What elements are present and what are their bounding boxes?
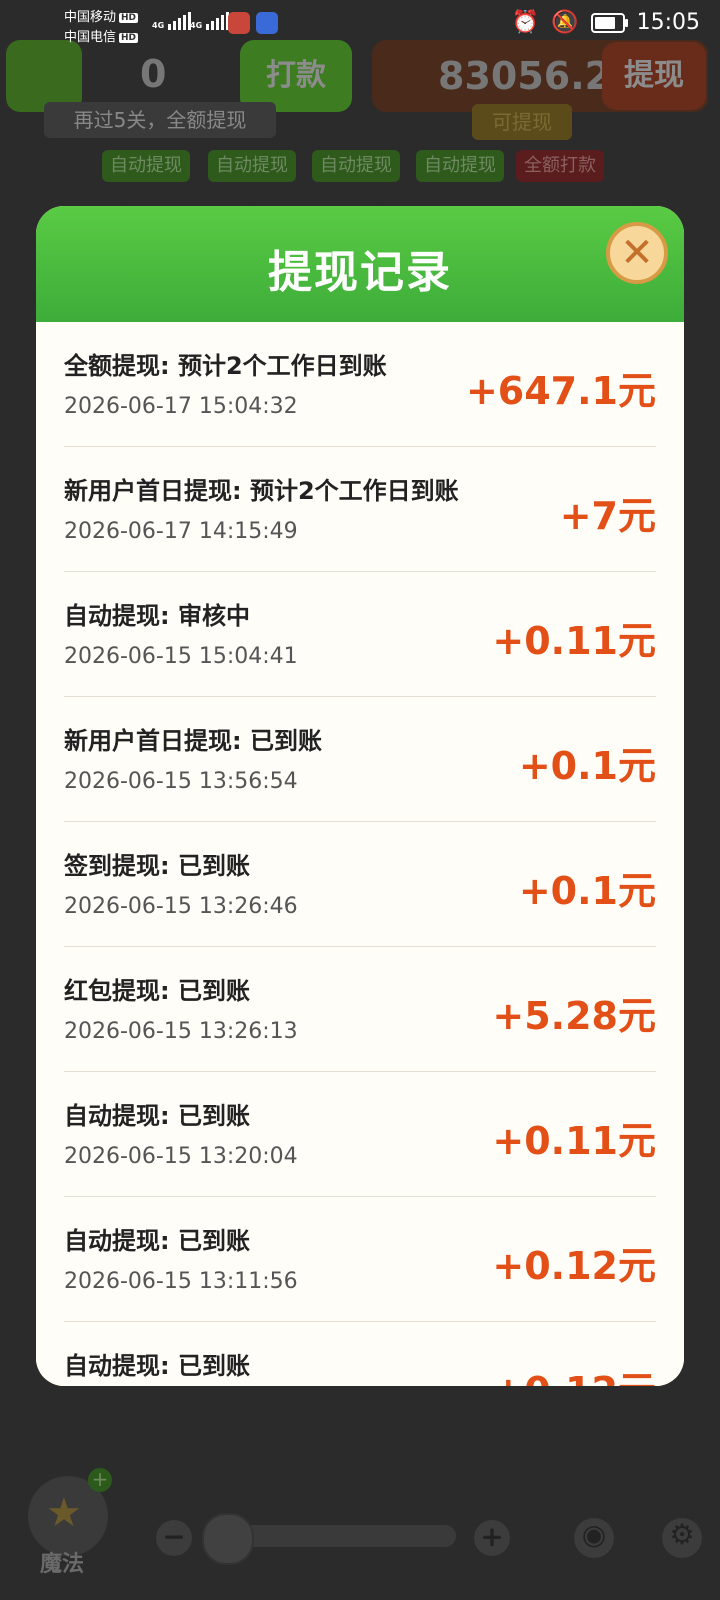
- record-title: 全额提现: 预计2个工作日到账: [64, 352, 387, 380]
- record-time: 2026-06-15 13:11:56: [64, 1269, 298, 1294]
- record-title: 新用户首日提现: 已到账: [64, 727, 322, 755]
- record-row: 自动提现: 审核中 2026-06-15 15:04:41 +0.11元: [64, 572, 656, 697]
- record-row: 新用户首日提现: 预计2个工作日到账 2026-06-17 14:15:49 +…: [64, 447, 656, 572]
- record-amount: +5.28元: [492, 994, 656, 1038]
- record-time: 2026-06-17 14:15:49: [64, 519, 298, 544]
- record-amount: +0.12元: [492, 1244, 656, 1288]
- record-row: 新用户首日提现: 已到账 2026-06-15 13:56:54 +0.1元: [64, 697, 656, 822]
- record-time: 2026-06-15 13:26:46: [64, 894, 298, 919]
- record-time: 2026-06-17 15:04:32: [64, 394, 298, 419]
- record-amount: +0.11元: [492, 1119, 656, 1163]
- record-title: 自动提现: 已到账: [64, 1352, 250, 1380]
- record-row: 自动提现: 已到账 +0.12元: [64, 1322, 656, 1386]
- record-row: 红包提现: 已到账 2026-06-15 13:26:13 +5.28元: [64, 947, 656, 1072]
- dialog-header: 提现记录: [36, 206, 684, 322]
- record-row: 全额提现: 预计2个工作日到账 2026-06-17 15:04:32 +647…: [64, 322, 656, 447]
- withdraw-records-dialog: 提现记录 全额提现: 预计2个工作日到账 2026-06-17 15:04:32…: [36, 206, 684, 1386]
- record-row: 签到提现: 已到账 2026-06-15 13:26:46 +0.1元: [64, 822, 656, 947]
- record-title: 自动提现: 已到账: [64, 1102, 250, 1130]
- record-amount: +0.1元: [518, 869, 656, 913]
- record-amount: +0.12元: [492, 1360, 656, 1386]
- dialog-title: 提现记录: [268, 247, 452, 298]
- record-row: 自动提现: 已到账 2026-06-15 13:11:56 +0.12元: [64, 1197, 656, 1322]
- record-title: 签到提现: 已到账: [64, 852, 250, 880]
- record-amount: +0.11元: [492, 619, 656, 663]
- record-time: 2026-06-15 15:04:41: [64, 644, 298, 669]
- record-title: 红包提现: 已到账: [64, 977, 250, 1005]
- record-time: 2026-06-15 13:20:04: [64, 1144, 298, 1169]
- withdraw-record-list[interactable]: 全额提现: 预计2个工作日到账 2026-06-17 15:04:32 +647…: [36, 322, 684, 1386]
- record-amount: +7元: [559, 494, 656, 538]
- record-title: 自动提现: 审核中: [64, 602, 250, 630]
- record-title: 新用户首日提现: 预计2个工作日到账: [64, 477, 459, 505]
- record-time: 2026-06-15 13:56:54: [64, 769, 298, 794]
- close-icon: ✕: [620, 230, 654, 276]
- record-row: 自动提现: 已到账 2026-06-15 13:20:04 +0.11元: [64, 1072, 656, 1197]
- record-title: 自动提现: 已到账: [64, 1227, 250, 1255]
- record-amount: +647.1元: [465, 369, 656, 413]
- record-time: 2026-06-15 13:26:13: [64, 1019, 298, 1044]
- record-amount: +0.1元: [518, 744, 656, 788]
- close-button[interactable]: ✕: [606, 222, 668, 284]
